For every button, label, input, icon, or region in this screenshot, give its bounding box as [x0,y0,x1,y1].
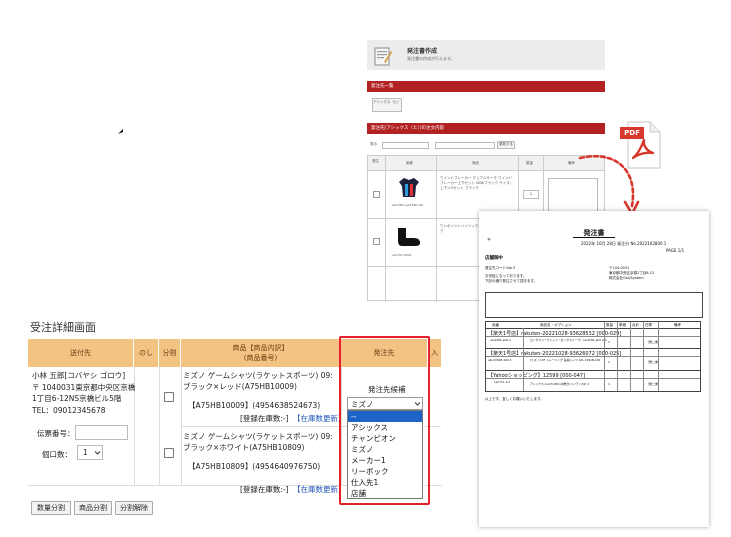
product-1-stock-update-link[interactable]: 【在庫数更新】 [293,413,346,425]
product-split-button[interactable]: 商品分割 [74,501,112,515]
product-2-name: ミズノ ゲームシャツ(ラケットスポーツ) 09: [183,432,333,441]
pdf-item-name: アシックス ComfortDry中敷き(ハイテ) (32) 1 [530,382,590,386]
pdf-item-code: 1jsr711-1-2 [494,380,511,384]
detail-page-title: 受注詳細画面 [30,321,96,334]
order-form-subtitle: 発注書の作成が行えます。 [407,56,455,61]
order-row-checkbox[interactable] [373,191,380,198]
package-count-value: 1 [83,448,88,457]
customer-name: 小林 五郎[コバヤシ ゴロウ] [32,371,126,380]
update-button[interactable]: 更新する [497,141,515,149]
pdf-page: PAGE 1/1 [666,248,685,253]
col-product: 商品 [472,161,479,165]
pdf-item-code: cas1581-ph0-1 [490,338,511,342]
filter-input-2[interactable] [435,142,495,149]
customer-address-1: 〒 1040031東京都中央区京橋 [32,383,136,392]
customer-tel: TEL：09012345678 [32,406,106,415]
product-desc-1: ウインドブレーカー デュアルサーモ ウインドブレーカー上下セット ISBKブラッ… [440,176,513,190]
order-detail-table: 送付先 のし 分割 商品【商品内訳】 (商品番号) 発注先 入 小林 五郎[コバ… [28,336,442,505]
col-noshi: のし [134,339,159,367]
package-count-label: 個口数： [42,450,72,459]
product-image-jacket [399,178,419,197]
col-extra: 入 [428,339,442,367]
product-code-1: sw738m sw738m-90 [392,203,424,207]
product-image-sock [398,228,420,246]
supplier-list-bar: 発注先一覧 [367,81,605,92]
col-product: 商品【商品内訳】 (商品番号) [181,339,341,367]
pdf-sender-name: 株式会社GoQSystem [609,276,644,280]
pdf-item-qty: 1 [608,340,610,344]
supplier-button[interactable]: アシックス（ヒ） [372,98,402,112]
package-count-select[interactable]: 1 [77,445,103,460]
split-checkbox-1[interactable] [164,392,174,402]
qty-input-1[interactable]: 1 [523,190,539,199]
slip-number-input[interactable] [75,425,128,440]
pdf-item-name: ロングスリーブシャツ（ロングスリーブ）cas1581-ph0 2XL [530,338,608,342]
chevron-down-icon [94,451,101,455]
customer-address-2: 1丁目6-12NS京橋ビル5階 [32,394,122,403]
product-2-code: 【A75HB10809】(4954640976750) [188,462,321,471]
filter-input-1[interactable] [382,142,429,149]
filter-label: 表示 [370,142,377,146]
pdf-purchase-order: 発注書 〒 2022年 10月 28日 発注分 No.2022102800 1 … [479,211,709,527]
col-order: 発注 [372,159,379,163]
product-2-stock-update-link[interactable]: 【在庫数更新】 [293,484,346,496]
pdf-addressee: 店舗御中 [485,256,503,261]
slip-number-label: 伝票番号： [37,429,75,438]
pdf-remarks-box [485,292,703,318]
product-1-name: ミズノ ゲームシャツ(ラケットスポーツ) 09: [183,371,333,380]
pdf-item-qty: 1 [608,382,610,386]
col-note: 備考 [568,161,575,165]
pdf-badge: PDF [620,127,644,139]
order-form-header: 発注書作成 発注書の作成が行えます。 [367,40,605,70]
product-2-stock: [登録在庫数:-] [240,485,289,494]
selected-supplier-bar: 発注先[アシックス（ヒ）]の注文内容 [367,123,605,134]
pdf-date-line: 2022年 10月 28日 発注分 No.2022102800 1 [581,241,667,246]
cursor-icon [118,129,123,134]
col-qty: 数量 [526,161,533,165]
col-ship-to: 送付先 [28,339,134,367]
order-form-icon [374,47,393,66]
pdf-footer: 以上です。宜しくお願いいたします。 [485,397,544,401]
pdf-order-code: 発注先コード:No.3 [485,266,516,270]
supplier-highlight-box [339,336,430,505]
quantity-split-button[interactable]: 数量分割 [31,501,71,515]
pdf-greeting-2: 下記の通り発注させて頂きます。 [485,279,538,283]
col-product-line1: 商品【商品内訳】 [232,344,289,352]
col-image: 画像 [406,161,413,165]
split-cancel-button[interactable]: 分割解除 [115,501,153,515]
product-code-2: xvs701-0001 [392,253,412,257]
flow-arrow-icon [578,155,640,216]
col-product-line2: (商品番号) [243,354,278,362]
order-form-title: 発注書作成 [407,48,438,55]
pdf-item-qty: 1 [608,360,610,364]
pdf-table: 品番 商品名・オプション 数量 単価 合計 在庫 備考 【楽天1号店】rakut… [485,321,701,392]
product-1-code: 【A75HB10009】(4954638524673) [188,401,321,410]
split-checkbox-2[interactable] [164,448,174,458]
product-1-variant: ブラック×レッド(A75HB10009) [183,382,297,391]
product-2-variant: ブラック×ホワイト(A75HB10809) [183,443,305,452]
col-split: 分割 [159,339,181,367]
pdf-item-code: aib-4391B-100-3 [488,358,512,362]
order-row-checkbox[interactable] [373,238,380,245]
pdf-item-name: [ミズノ] DF トレーニング 長袖シャツ 2XL 4391B-100 [530,358,601,362]
product-1-stock: [登録在庫数:-] [240,414,289,423]
